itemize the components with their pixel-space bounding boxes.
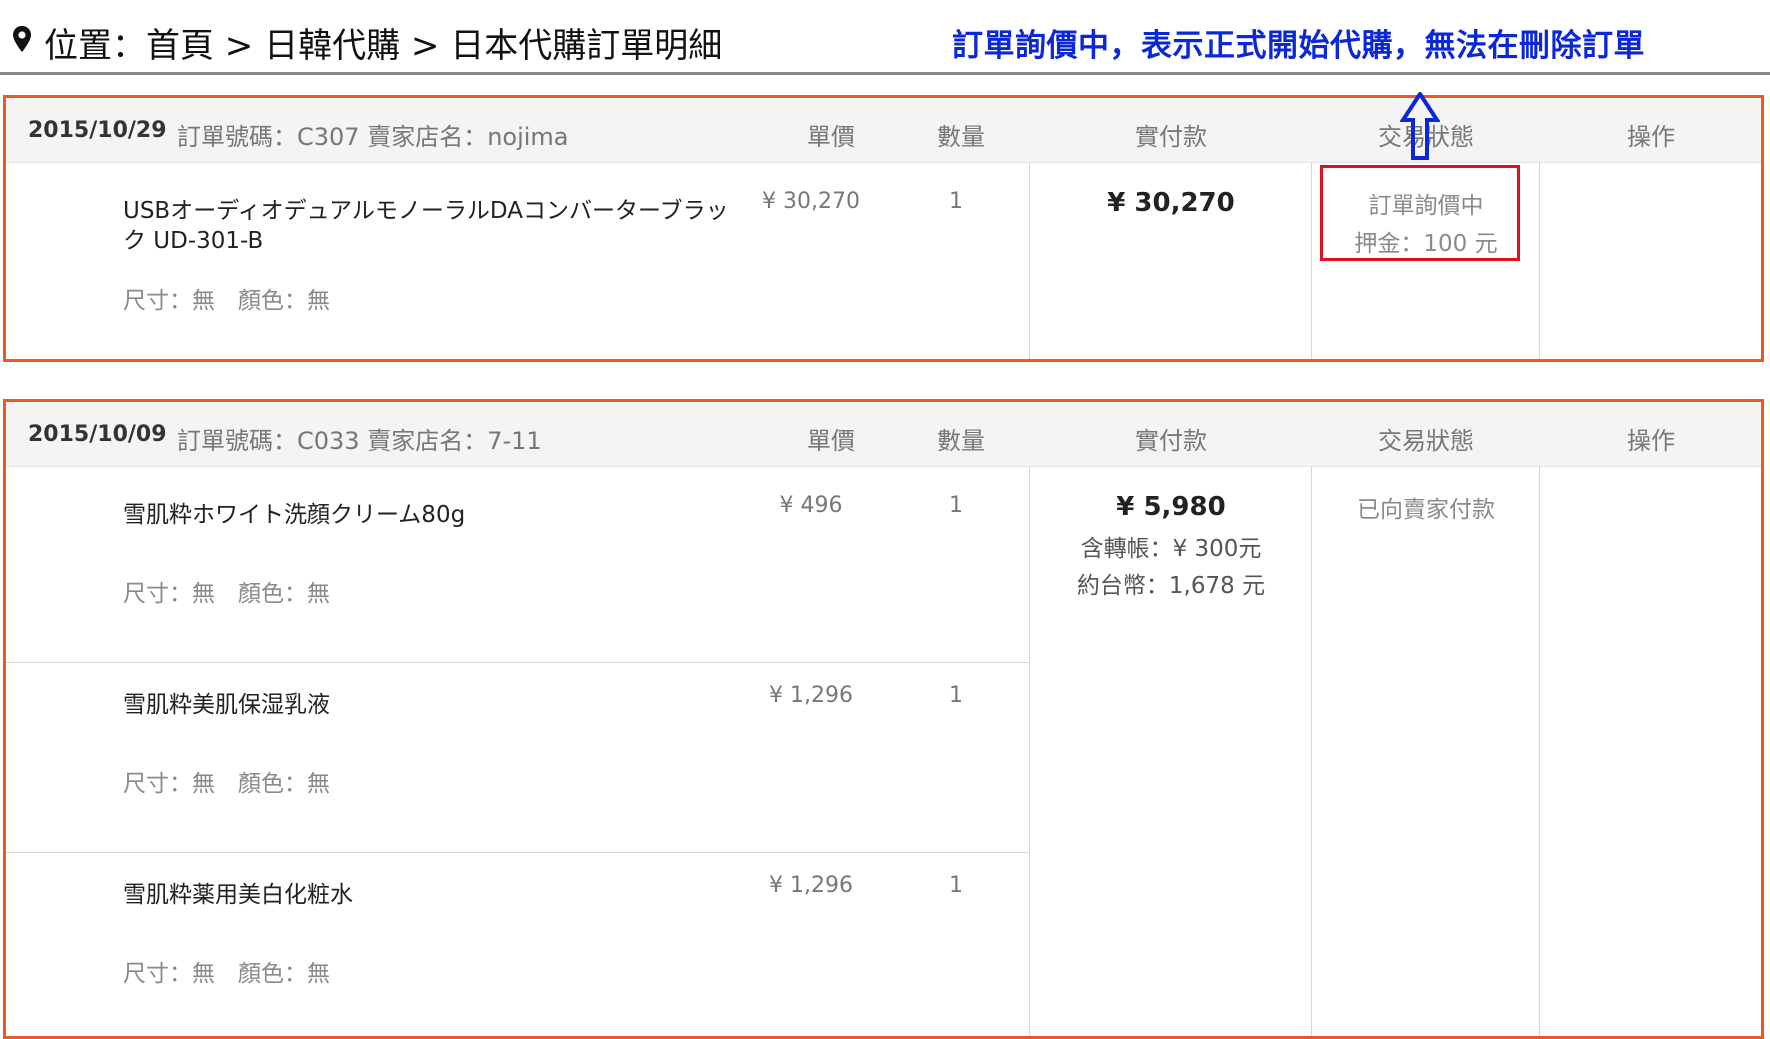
col-header-qty: 數量	[937, 427, 985, 455]
order-card-2: 2015/10/09 訂單號碼：C033 賣家店名：7-11 單價 數量 實付款…	[3, 399, 1764, 1039]
item-quantity: 1	[949, 189, 963, 214]
annotation-notice: 訂單詢價中，表示正式開始代購，無法在刪除訂單	[952, 28, 1645, 64]
item-quantity: 1	[949, 493, 963, 518]
item-quantity: 1	[949, 683, 963, 708]
column-divider	[1539, 466, 1540, 1036]
map-pin-icon	[13, 26, 31, 52]
item-unit-price: ¥ 496	[779, 493, 843, 518]
paid-twd-estimate: 約台幣：1,678 元	[1076, 573, 1266, 599]
status-highlight-box	[1320, 165, 1520, 261]
col-header-action: 操作	[1627, 123, 1675, 151]
top-bar: 位置：首頁 > 日韓代購 > 日本代購訂單明細 訂單詢價中，表示正式開始代購，無…	[0, 0, 1770, 75]
item-spec: 尺寸：無 顏色：無	[123, 288, 330, 314]
order-header: 2015/10/09 訂單號碼：C033 賣家店名：7-11 單價 數量 實付款…	[6, 402, 1761, 467]
column-divider	[1311, 466, 1312, 1036]
paid-total: ¥ 30,270	[1107, 188, 1235, 218]
item-quantity: 1	[949, 873, 963, 898]
paid-total: ¥ 5,980	[1116, 492, 1226, 522]
col-header-paid: 實付款	[1135, 123, 1207, 151]
item-spec: 尺寸：無 顏色：無	[123, 581, 330, 607]
breadcrumb[interactable]: 位置：首頁 > 日韓代購 > 日本代購訂單明細	[44, 18, 722, 67]
col-header-price: 單價	[807, 427, 855, 455]
col-header-status: 交易狀態	[1378, 427, 1474, 455]
item-name[interactable]: USBオーディオデュアルモノーラルDAコンバーターブラック UD-301-B	[123, 196, 743, 256]
item-name[interactable]: 雪肌粋美肌保湿乳液	[123, 690, 743, 720]
item-unit-price: ¥ 1,296	[769, 683, 853, 708]
col-header-qty: 數量	[937, 123, 985, 151]
top-divider	[0, 72, 1770, 75]
up-arrow-icon	[1400, 92, 1440, 160]
order-date: 2015/10/29	[28, 118, 167, 143]
order-info: 訂單號碼：C307 賣家店名：nojima	[177, 123, 569, 151]
status-text: 已向賣家付款	[1357, 497, 1495, 523]
col-header-price: 單價	[807, 123, 855, 151]
paid-transfer-fee: 含轉帳：¥ 300元	[1080, 536, 1262, 562]
item-unit-price: ¥ 1,296	[769, 873, 853, 898]
item-spec: 尺寸：無 顏色：無	[123, 771, 330, 797]
column-divider	[1029, 466, 1030, 1036]
col-header-action: 操作	[1627, 427, 1675, 455]
order-date: 2015/10/09	[28, 422, 167, 447]
column-divider	[1029, 162, 1030, 359]
item-spec: 尺寸：無 顏色：無	[123, 961, 330, 987]
order-header: 2015/10/29 訂單號碼：C307 賣家店名：nojima 單價 數量 實…	[6, 98, 1761, 163]
item-unit-price: ¥ 30,270	[762, 189, 860, 214]
row-divider	[6, 662, 1029, 663]
order-info: 訂單號碼：C033 賣家店名：7-11	[177, 427, 542, 455]
col-header-paid: 實付款	[1135, 427, 1207, 455]
item-name[interactable]: 雪肌粋薬用美白化粧水	[123, 880, 743, 910]
row-divider	[6, 852, 1029, 853]
item-name[interactable]: 雪肌粋ホワイト洗顔クリーム80g	[123, 500, 743, 530]
